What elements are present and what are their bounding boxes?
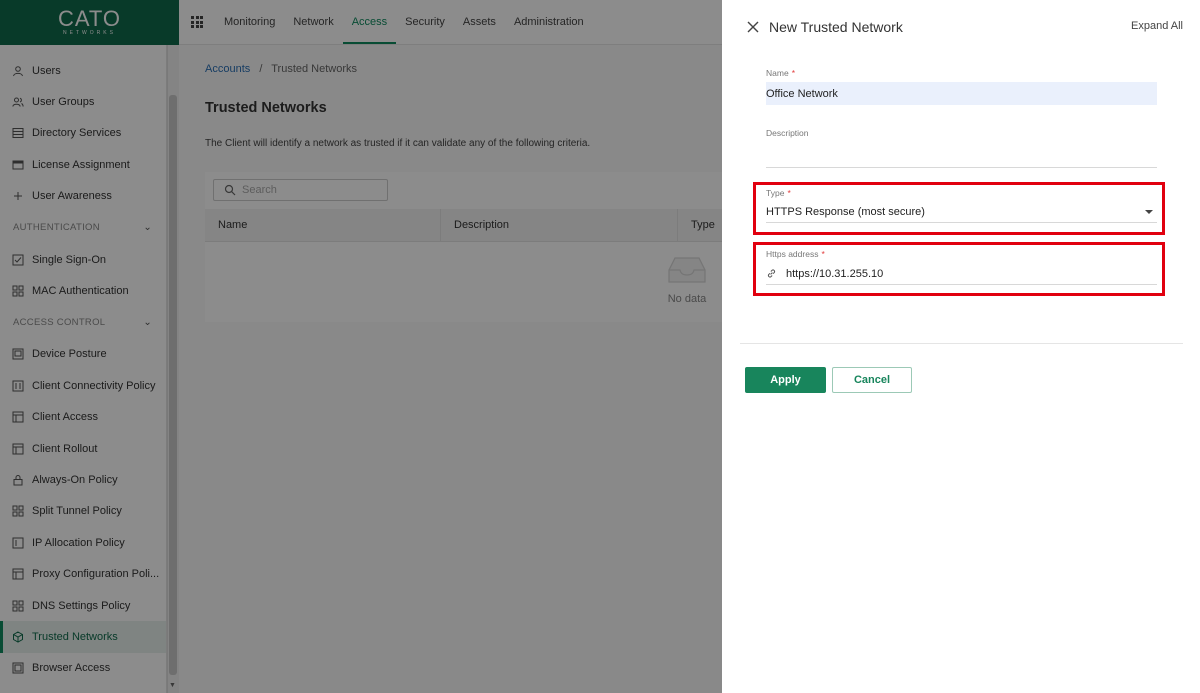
modal-backdrop[interactable] [0, 0, 722, 693]
name-input[interactable]: Office Network [766, 82, 1157, 105]
https-highlight-box [753, 242, 1165, 296]
cancel-button[interactable]: Cancel [832, 367, 912, 393]
name-field: Name * Office Network [766, 68, 1157, 105]
description-label: Description [766, 128, 809, 138]
expand-all-button[interactable]: Expand All [1131, 20, 1183, 32]
close-icon[interactable] [746, 20, 760, 34]
new-trusted-network-drawer: New Trusted Network Expand All Name * Off… [722, 0, 1200, 693]
apply-button[interactable]: Apply [745, 367, 826, 393]
description-field: Description [766, 128, 1157, 168]
drawer-divider [740, 343, 1183, 344]
drawer-title: New Trusted Network [769, 19, 903, 35]
type-highlight-box [753, 182, 1165, 235]
description-input[interactable] [766, 146, 1157, 168]
name-label: Name * [766, 68, 795, 78]
